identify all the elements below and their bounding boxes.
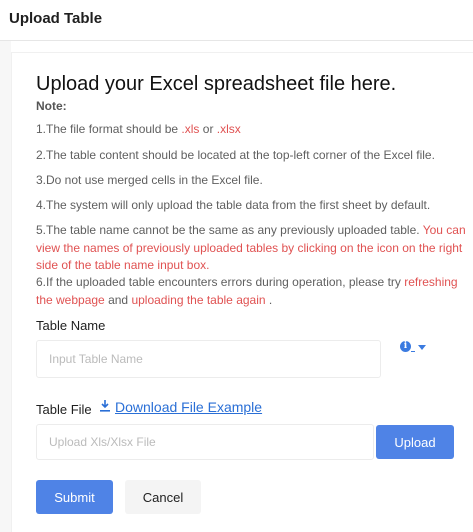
rule-errors: 6.If the uploaded table encounters error… (36, 274, 466, 309)
download-icon (100, 400, 110, 412)
xlsx-format: .xlsx (216, 122, 241, 136)
download-example-label[interactable]: Download File Example (115, 399, 262, 415)
rule-unique-name: 5.The table name cannot be the same as a… (36, 222, 466, 275)
note-label: Note: (36, 99, 67, 113)
rule-first-sheet: 4.The system will only upload the table … (36, 198, 431, 212)
rule-1-or: or (202, 122, 217, 136)
cancel-button[interactable]: Cancel (125, 480, 201, 514)
upload-heading: Upload your Excel spreadsheet file here. (36, 73, 397, 95)
xls-format: .xls (181, 122, 200, 136)
rule-5-text: 5.The table name cannot be the same as a… (36, 223, 423, 237)
file-upload-placeholder: Upload Xls/Xlsx File (49, 435, 156, 449)
table-name-label: Table Name (36, 318, 106, 333)
submit-button[interactable]: Submit (36, 480, 113, 514)
table-file-label: Table File (36, 402, 92, 417)
page-gutter (0, 41, 11, 532)
file-upload-field[interactable]: Upload Xls/Xlsx File (36, 424, 374, 460)
rule-file-format: 1.The file format should be .xls or .xls… (36, 121, 466, 139)
reupload-table-link[interactable]: uploading the table again (131, 293, 265, 307)
chevron-down-icon[interactable] (418, 344, 426, 350)
rule-6-text: 6.If the uploaded table encounters error… (36, 275, 405, 289)
top-bar: Upload Table (0, 0, 473, 41)
download-example-link[interactable]: Download File Example (100, 399, 262, 415)
rule-6-end: . (265, 292, 273, 307)
upload-button[interactable]: Upload (376, 425, 454, 459)
page-title: Upload Table (9, 10, 103, 27)
info-underline (411, 351, 415, 352)
table-name-placeholder: Input Table Name (49, 352, 143, 366)
rule-1-text: 1.The file format should be (36, 122, 182, 136)
info-icon[interactable]: i (400, 341, 411, 352)
table-name-input[interactable]: Input Table Name (36, 340, 381, 378)
rule-table-position: 2.The table content should be located at… (36, 148, 435, 162)
rule-merged-cells: 3.Do not use merged cells in the Excel f… (36, 173, 263, 187)
table-list-toggle[interactable]: i (400, 341, 426, 352)
rule-6-and: and (104, 292, 132, 307)
